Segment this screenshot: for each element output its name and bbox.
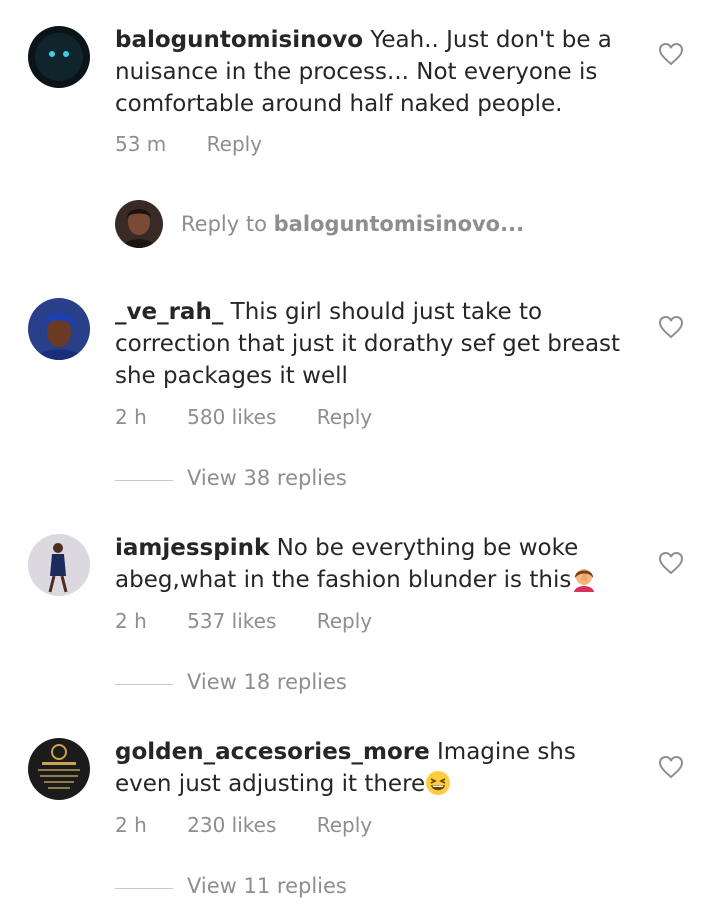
woman-facepalming-icon <box>574 569 595 592</box>
heart-icon[interactable] <box>658 42 684 66</box>
comment-time: 2 h <box>115 609 147 633</box>
heart-icon[interactable] <box>658 551 684 575</box>
view-replies-label: View 38 replies <box>187 466 347 490</box>
comment-username[interactable]: _ve_rah_ <box>115 299 223 325</box>
current-user-avatar <box>115 200 163 248</box>
reply-button[interactable]: Reply <box>317 405 372 429</box>
comment-username[interactable]: baloguntomisinovo <box>115 27 363 53</box>
reply-button[interactable]: Reply <box>317 813 372 837</box>
comment-meta: 2 h 230 likes Reply <box>115 813 372 837</box>
comment-meta: 2 h 537 likes Reply <box>115 609 372 633</box>
view-replies-button[interactable]: View 18 replies <box>115 670 515 700</box>
comment-meta: 2 h 580 likes Reply <box>115 405 372 429</box>
comment-username[interactable]: iamjesspink <box>115 535 269 561</box>
comment-time: 2 h <box>115 405 147 429</box>
like-count[interactable]: 230 likes <box>187 813 276 837</box>
reply-button[interactable]: Reply <box>317 609 372 633</box>
divider <box>115 684 173 685</box>
reply-composer[interactable]: Reply to baloguntomisinovo... <box>115 200 615 252</box>
grinning-squinting-face-icon <box>426 771 451 795</box>
comment-time: 2 h <box>115 813 147 837</box>
reply-button[interactable]: Reply <box>207 132 262 156</box>
comment-text: baloguntomisinovo Yeah.. Just don't be a… <box>115 24 635 120</box>
view-replies-label: View 11 replies <box>187 874 347 898</box>
comment-meta: 53 m Reply <box>115 132 262 156</box>
avatar[interactable] <box>28 738 90 800</box>
like-count[interactable]: 537 likes <box>187 609 276 633</box>
heart-icon[interactable] <box>658 315 684 339</box>
view-replies-label: View 18 replies <box>187 670 347 694</box>
comment-time: 53 m <box>115 132 167 156</box>
divider <box>115 480 173 481</box>
comment-text: iamjesspink No be everything be woke abe… <box>115 532 635 596</box>
divider <box>115 888 173 889</box>
avatar[interactable] <box>28 534 90 596</box>
comment-text: golden_accesories_more Imagine shs even … <box>115 736 635 800</box>
avatar[interactable] <box>28 298 90 360</box>
comment-text: _ve_rah_ This girl should just take to c… <box>115 296 635 392</box>
like-count[interactable]: 580 likes <box>187 405 276 429</box>
avatar[interactable] <box>28 26 90 88</box>
reply-to-prefix: Reply to <box>181 212 267 236</box>
view-replies-button[interactable]: View 38 replies <box>115 466 515 496</box>
comment-username[interactable]: golden_accesories_more <box>115 739 430 765</box>
reply-to-target: baloguntomisinovo... <box>273 212 525 236</box>
reply-to-label[interactable]: Reply to baloguntomisinovo... <box>181 212 524 236</box>
heart-icon[interactable] <box>658 755 684 779</box>
